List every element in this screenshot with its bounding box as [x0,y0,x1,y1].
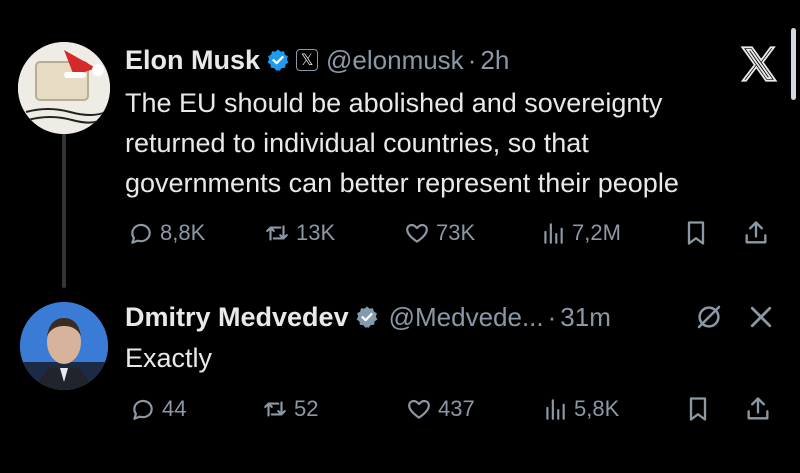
views-button[interactable]: 7,2M [540,220,621,246]
share-button[interactable] [744,395,778,423]
tweet-body-line: governments can better represent their p… [125,168,679,198]
repost-button[interactable]: 52 [262,396,318,422]
like-icon [406,223,428,243]
share-button[interactable] [742,219,776,247]
repost-button[interactable]: 13K [264,220,335,246]
reply-count: 8,8K [160,220,206,245]
avatar-image [18,42,110,134]
like-button[interactable]: 437 [406,396,475,422]
tweet-header: Elon Musk 𝕏 @elonmusk · 2h [125,40,509,80]
timestamp[interactable]: 31m [560,302,611,333]
reply-header: Dmitry Medvedev @Medvede... · 31m [125,297,611,337]
x-affiliate-badge-icon: 𝕏 [296,49,319,71]
views-icon [546,399,565,420]
repost-icon [264,401,286,417]
repost-count: 13K [296,220,336,245]
view-count: 7,2M [572,220,621,245]
like-icon [408,399,430,419]
reply-icon [131,223,151,244]
reply-count: 44 [162,396,187,421]
author-name[interactable]: Elon Musk [125,45,260,76]
avatar-image [20,302,108,390]
author-handle[interactable]: @Medvede... [389,302,544,333]
share-icon [747,397,769,420]
tweet-body: The EU should be abolished and sovereign… [125,83,679,203]
reply-actions: 44 52 437 5,8K [0,390,800,430]
author-name[interactable]: Dmitry Medvedev [125,302,349,333]
tweet-body-line: returned to individual countries, so tha… [125,128,589,158]
bookmark-button[interactable] [682,219,716,247]
timestamp[interactable]: 2h [480,45,509,76]
like-count: 73K [436,220,476,245]
grok-icon[interactable] [694,302,724,332]
thread-line [62,128,66,288]
avatar-dmitry-medvedev[interactable] [20,302,108,390]
reply-body: Exactly [125,343,213,373]
separator-dot: · [547,301,557,332]
verified-icon [267,49,289,71]
views-icon [544,223,563,244]
reply-button[interactable]: 8,8K [128,220,205,246]
bookmark-icon [687,221,705,245]
tweet-actions: 8,8K 13K 73K 7,2M [0,214,800,254]
scrollbar[interactable] [791,28,796,100]
avatar-elon-musk[interactable] [18,42,110,134]
view-count: 5,8K [574,396,620,421]
x-logo-icon[interactable] [738,44,780,84]
like-count: 437 [438,396,475,421]
repost-count: 52 [294,396,319,421]
views-button[interactable]: 5,8K [542,396,619,422]
close-icon[interactable] [746,302,776,332]
author-handle[interactable]: @elonmusk [326,45,464,76]
tweet-body-line: The EU should be abolished and sovereign… [125,88,663,118]
bookmark-button[interactable] [684,395,718,423]
bookmark-icon [689,397,707,421]
repost-icon [266,225,288,241]
reply-button[interactable]: 44 [130,396,186,422]
separator-dot: · [467,44,477,75]
reply-icon [133,399,153,420]
like-button[interactable]: 73K [404,220,475,246]
share-icon [745,221,767,244]
verified-icon [356,306,377,328]
